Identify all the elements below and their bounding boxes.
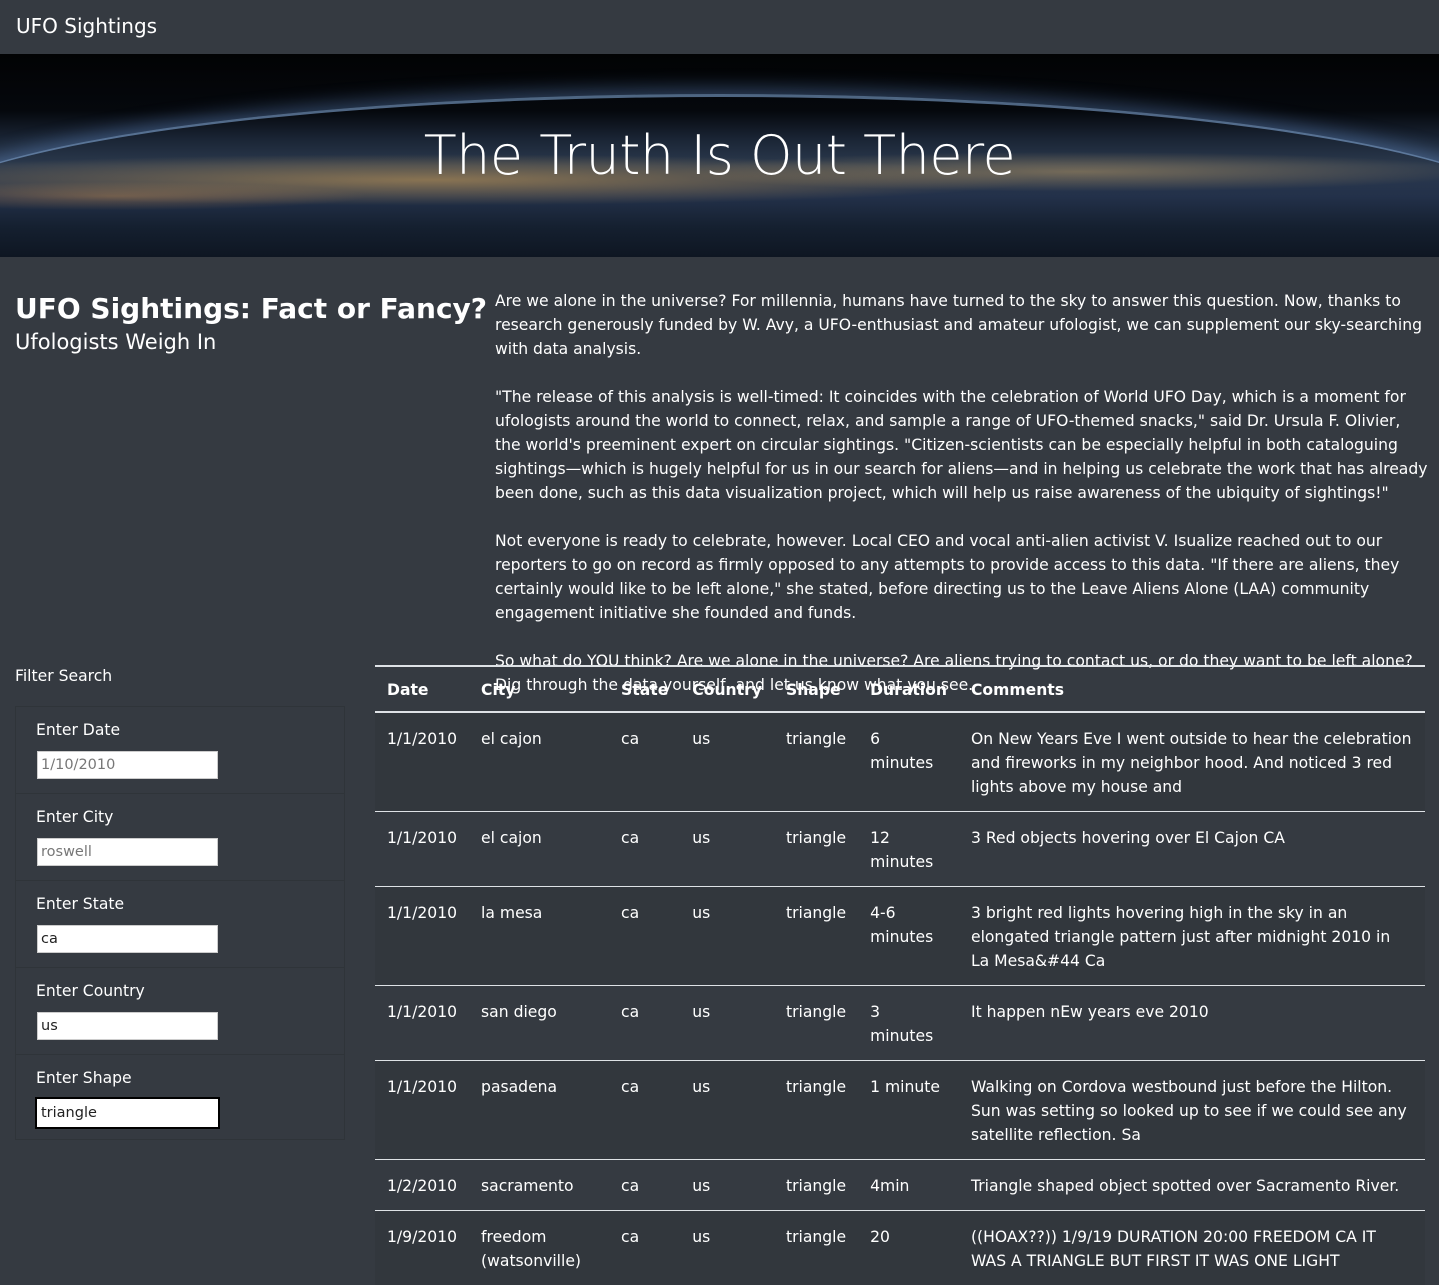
cell-country: us [680,712,774,812]
cell-duration: 1 minute [858,1061,959,1160]
cell-date: 1/2/2010 [375,1160,469,1211]
cell-state: ca [609,986,680,1061]
cell-city: la mesa [469,887,609,986]
cell-date: 1/1/2010 [375,712,469,812]
article-paragraph: Are we alone in the universe? For millen… [495,289,1430,361]
cell-state: ca [609,887,680,986]
cell-duration: 12 minutes [858,812,959,887]
cell-city: pasadena [469,1061,609,1160]
cell-duration: 4min [858,1160,959,1211]
column-header-state: State [609,666,680,712]
filter-item-date: Enter Date [16,707,344,794]
column-header-shape: Shape [774,666,858,712]
cell-city: san diego [469,986,609,1061]
cell-comments: Walking on Cordova westbound just before… [959,1061,1425,1160]
cell-duration: 20 [858,1211,959,1285]
cell-date: 1/9/2010 [375,1211,469,1285]
cell-country: us [680,1160,774,1211]
column-header-country: Country [680,666,774,712]
filter-item-city: Enter City [16,794,344,881]
state-input[interactable] [37,925,218,953]
cell-country: us [680,986,774,1061]
cell-city: freedom (watsonville) [469,1211,609,1285]
cell-date: 1/1/2010 [375,1061,469,1160]
ufo-table-container: Date City State Country Shape Duration C… [375,665,1425,1285]
date-label: Enter Date [36,721,120,739]
table-body: 1/1/2010el cajoncaustriangle6 minutesOn … [375,712,1425,1285]
column-header-city: City [469,666,609,712]
cell-country: us [680,1061,774,1160]
cell-date: 1/1/2010 [375,812,469,887]
cell-country: us [680,812,774,887]
cell-comments: 3 bright red lights hovering high in the… [959,887,1425,986]
cell-state: ca [609,712,680,812]
cell-duration: 4-6 minutes [858,887,959,986]
cell-state: ca [609,1160,680,1211]
city-input[interactable] [37,838,218,866]
column-header-duration: Duration [858,666,959,712]
article-body: Are we alone in the universe? For millen… [495,289,1430,721]
cell-country: us [680,887,774,986]
table-row: 1/1/2010el cajoncaustriangle12 minutes3 … [375,812,1425,887]
hero-title: The Truth Is Out There [0,124,1439,187]
cell-date: 1/1/2010 [375,887,469,986]
navbar-brand[interactable]: UFO Sightings [16,14,157,38]
article-paragraph: "The release of this analysis is well-ti… [495,385,1430,505]
country-input[interactable] [37,1012,218,1040]
cell-state: ca [609,812,680,887]
date-input[interactable] [37,751,218,779]
article-paragraph: Not everyone is ready to celebrate, howe… [495,529,1430,625]
filter-item-state: Enter State [16,881,344,968]
cell-city: el cajon [469,812,609,887]
column-header-date: Date [375,666,469,712]
filter-item-shape: Enter Shape [16,1055,344,1142]
shape-input[interactable] [37,1099,218,1127]
cell-city: el cajon [469,712,609,812]
table-row: 1/1/2010san diegocaustriangle3 minutesIt… [375,986,1425,1061]
cell-city: sacramento [469,1160,609,1211]
cell-state: ca [609,1061,680,1160]
cell-shape: triangle [774,1160,858,1211]
hero-banner: The Truth Is Out There [0,54,1439,257]
cell-shape: triangle [774,812,858,887]
cell-shape: triangle [774,887,858,986]
cell-comments: ((HOAX??)) 1/9/19 DURATION 20:00 FREEDOM… [959,1211,1425,1285]
cell-comments: 3 Red objects hovering over El Cajon CA [959,812,1425,887]
filter-list: Enter Date Enter City Enter State Enter … [15,706,345,1140]
cell-shape: triangle [774,1211,858,1285]
cell-shape: triangle [774,986,858,1061]
filter-item-country: Enter Country [16,968,344,1055]
cell-duration: 3 minutes [858,986,959,1061]
table-row: 1/1/2010pasadenacaustriangle1 minuteWalk… [375,1061,1425,1160]
cell-shape: triangle [774,712,858,812]
cell-country: us [680,1211,774,1285]
cell-comments: Triangle shaped object spotted over Sacr… [959,1160,1425,1211]
column-header-comments: Comments [959,666,1425,712]
navbar: UFO Sightings [0,0,1439,54]
city-label: Enter City [36,808,113,826]
table-row: 1/2/2010sacramentocaustriangle4minTriang… [375,1160,1425,1211]
country-label: Enter Country [36,982,145,1000]
cell-comments: On New Years Eve I went outside to hear … [959,712,1425,812]
page-subheading: Ufologists Weigh In [15,330,216,354]
cell-duration: 6 minutes [858,712,959,812]
filter-title: Filter Search [15,667,112,685]
shape-label: Enter Shape [36,1069,132,1087]
cell-shape: triangle [774,1061,858,1160]
cell-comments: It happen nEw years eve 2010 [959,986,1425,1061]
page-heading: UFO Sightings: Fact or Fancy? [15,292,487,325]
table-row: 1/1/2010la mesacaustriangle4-6 minutes3 … [375,887,1425,986]
table-row: 1/9/2010freedom (watsonville)caustriangl… [375,1211,1425,1285]
state-label: Enter State [36,895,124,913]
ufo-table: Date City State Country Shape Duration C… [375,665,1425,1285]
cell-date: 1/1/2010 [375,986,469,1061]
cell-state: ca [609,1211,680,1285]
table-header-row: Date City State Country Shape Duration C… [375,666,1425,712]
table-row: 1/1/2010el cajoncaustriangle6 minutesOn … [375,712,1425,812]
